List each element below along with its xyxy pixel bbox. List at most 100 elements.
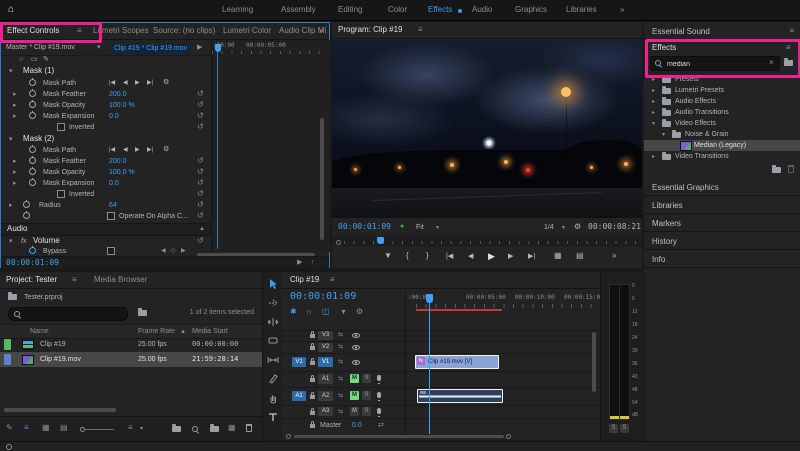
expand-icon[interactable]: ▸: [652, 77, 655, 83]
add-marker-icon[interactable]: ▼: [384, 252, 392, 260]
solo-button[interactable]: S: [362, 374, 371, 383]
mask1-inverted-checkbox[interactable]: [57, 123, 65, 131]
resolution-caret-icon[interactable]: ▾: [562, 225, 565, 231]
track-v1[interactable]: V1 V1 ⇆ fx Clip #19.mov [V]: [282, 354, 600, 372]
playback-resolution-select[interactable]: 1/4: [544, 224, 554, 231]
mask2-path-next-icon[interactable]: ▶|: [147, 147, 153, 153]
mask1-opacity-reset-icon[interactable]: ↺: [197, 101, 204, 109]
snap-magnet-icon[interactable]: ∩: [306, 308, 312, 316]
lock-icon[interactable]: [310, 343, 315, 350]
master-level-value[interactable]: 0.0: [352, 422, 362, 429]
sort-caret-icon[interactable]: ▾: [140, 426, 143, 432]
track-a3[interactable]: A3 ⇆ M S: [282, 406, 600, 419]
mask2-path-tool-icon[interactable]: ⚙: [163, 146, 169, 153]
collapse-icon[interactable]: ▾: [662, 132, 665, 138]
mask2-inverted-checkbox[interactable]: [57, 190, 65, 198]
mask1-path-stopwatch-icon[interactable]: [29, 78, 36, 86]
tree-item-audio-effects[interactable]: ▸ Audio Effects: [644, 96, 800, 107]
timeline-playhead-line[interactable]: [429, 302, 430, 434]
clip-row-play-icon[interactable]: ▶: [197, 44, 202, 51]
track-name-a3[interactable]: A3: [318, 407, 333, 416]
voiceover-mic-icon[interactable]: [377, 392, 381, 401]
volume-collapse-icon[interactable]: ▾: [9, 238, 13, 245]
freeform-view-icon[interactable]: ▤: [60, 424, 68, 432]
effects-panel-title[interactable]: Effects: [652, 44, 676, 52]
meter-solo-left[interactable]: S: [609, 424, 618, 433]
meter-solo-right[interactable]: S: [620, 424, 629, 433]
sort-icon[interactable]: ≡: [128, 424, 133, 432]
volume-title[interactable]: Volume: [33, 237, 60, 245]
mask2-opacity-expand-icon[interactable]: ▸: [13, 169, 17, 176]
ec-playhead-handle[interactable]: [215, 44, 221, 52]
sync-lock-icon[interactable]: ⇆: [338, 332, 343, 338]
project-writable-icon[interactable]: ✎: [6, 424, 13, 432]
new-bin-icon[interactable]: [210, 424, 219, 432]
sync-lock-icon[interactable]: ⇆: [338, 359, 343, 365]
transport-overflow-icon[interactable]: »: [612, 252, 616, 260]
new-item-icon[interactable]: ▦: [228, 424, 236, 432]
mask1-collapse-icon[interactable]: ▾: [9, 68, 13, 75]
mask-pen-tool-icon[interactable]: ✎: [43, 56, 49, 63]
mute-button[interactable]: M: [350, 407, 359, 416]
slip-tool-icon[interactable]: [267, 354, 279, 366]
workspace-graphics[interactable]: Graphics: [515, 6, 547, 14]
mask-ellipse-tool-icon[interactable]: ○: [19, 56, 23, 63]
zoom-slider-handle[interactable]: [80, 427, 85, 432]
mask2-title[interactable]: Mask (2): [23, 135, 54, 143]
track-name-a2[interactable]: A2: [318, 391, 333, 401]
razor-tool-icon[interactable]: [267, 335, 279, 347]
track-a2[interactable]: A1 A2 ⇆ M S: [282, 388, 600, 406]
mask1-expansion-expand-icon[interactable]: ▸: [13, 113, 17, 120]
lock-icon[interactable]: [310, 421, 315, 428]
ec-timecode[interactable]: 00:00:01:09: [6, 259, 59, 267]
mask1-opacity-stopwatch-icon[interactable]: [29, 100, 36, 108]
timeline-tab[interactable]: Clip #19: [290, 276, 319, 284]
mask2-opacity-value[interactable]: 100.0 %: [109, 169, 135, 176]
track-name-v2[interactable]: V2: [318, 343, 333, 352]
track-output-eye-icon[interactable]: [352, 333, 360, 338]
expand-icon[interactable]: ▸: [652, 154, 655, 160]
nest-source-icon[interactable]: ✱: [290, 308, 297, 316]
alpha-reset-icon[interactable]: ↺: [197, 212, 204, 220]
scrubber-left-handle[interactable]: [336, 240, 341, 245]
ec-play-around-icon[interactable]: ▶: [297, 259, 302, 266]
sync-lock-icon[interactable]: ⇆: [338, 393, 343, 399]
delete-bin-icon[interactable]: [788, 165, 794, 173]
timeline-ruler[interactable]: :00:00 00:00:05:00 00:00:10:00 00:00:15:…: [405, 292, 604, 311]
lock-icon[interactable]: [310, 331, 315, 338]
tree-item-video-transitions[interactable]: ▸ Video Transitions: [644, 151, 800, 162]
timeline-menu-icon[interactable]: ≡: [330, 276, 335, 284]
sync-lock-icon[interactable]: ⇆: [338, 376, 343, 382]
new-custom-bin-icon[interactable]: [784, 58, 793, 66]
ec-vertical-scrollbar[interactable]: [320, 118, 324, 240]
tree-item-noise-grain[interactable]: ▾ Noise & Grain: [644, 129, 800, 140]
find-icon[interactable]: [192, 426, 198, 432]
master-fit-icon[interactable]: ⇄: [378, 422, 384, 429]
alpha-stopwatch-icon[interactable]: [23, 211, 30, 219]
track-name-v3[interactable]: V3: [318, 331, 333, 340]
radius-value[interactable]: 64: [109, 202, 117, 209]
project-horizontal-scrollbar[interactable]: [4, 408, 116, 412]
markers-header[interactable]: Markers: [644, 214, 800, 232]
mask1-expansion-value[interactable]: 0.0: [109, 113, 119, 120]
lock-icon[interactable]: [310, 375, 315, 382]
radius-expand-icon[interactable]: ▸: [9, 202, 13, 209]
timeline-zoom-bar[interactable]: [286, 434, 596, 439]
mask2-expansion-stopwatch-icon[interactable]: [29, 178, 36, 186]
track-name-v1[interactable]: V1: [318, 357, 333, 367]
mask2-feather-value[interactable]: 200.0: [109, 158, 127, 165]
lock-icon[interactable]: [310, 392, 315, 399]
video-clip[interactable]: fx Clip #19.mov [V]: [415, 355, 499, 369]
volume-reset-icon[interactable]: ↺: [197, 237, 204, 245]
program-scrubber[interactable]: [332, 236, 642, 246]
source-patch-a1[interactable]: A1: [292, 391, 306, 401]
effects-search-box[interactable]: ×: [650, 56, 780, 71]
mask2-feather-stopwatch-icon[interactable]: [29, 156, 36, 164]
bypass-stopwatch-icon[interactable]: [29, 246, 36, 254]
timeline-settings-icon[interactable]: ⚙: [356, 308, 363, 316]
mask2-path-prev-icon[interactable]: |◀: [109, 147, 115, 153]
solo-button[interactable]: S: [362, 407, 371, 416]
list-view-icon[interactable]: ≡: [24, 424, 29, 432]
tree-item-median-legacy[interactable]: Median (Legacy): [644, 140, 800, 151]
project-row-sequence[interactable]: Clip #19 25.00 fps 00:00:00:00: [0, 338, 262, 352]
